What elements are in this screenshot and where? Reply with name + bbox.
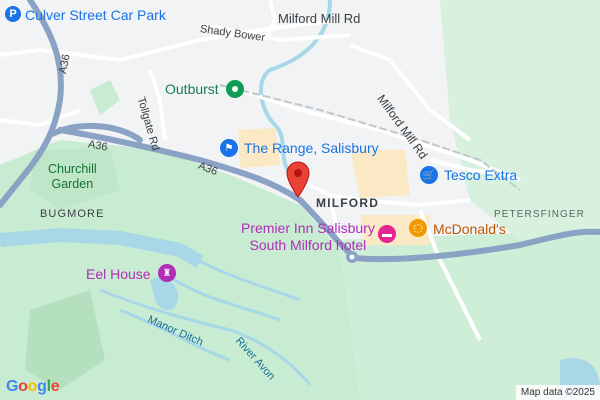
- hotel-bed-icon[interactable]: ▬: [378, 225, 396, 243]
- place-label-churchill-garden-line1: Churchill: [48, 162, 97, 176]
- restaurant-icon[interactable]: ҈: [409, 219, 427, 237]
- place-label-petersfinger: PETERSFINGER: [494, 209, 585, 220]
- poi-label-mcdonalds[interactable]: McDonald's: [433, 222, 506, 236]
- park-area-east: [440, 0, 600, 240]
- castle-icon[interactable]: ♜: [158, 264, 176, 282]
- google-logo-letter-4: g: [37, 378, 47, 395]
- poi-label-eel-house[interactable]: Eel House: [86, 266, 151, 283]
- poi-label-tesco[interactable]: Tesco Extra: [444, 168, 517, 182]
- shop-pin-icon[interactable]: [226, 80, 244, 98]
- google-logo-letter-2: o: [18, 378, 28, 395]
- road-label-milford-mill-rd-top: Milford Mill Rd: [278, 11, 361, 26]
- poi-label-premier-inn-line1: Premier Inn Salisbury: [241, 220, 375, 236]
- map-attribution[interactable]: Map data ©2025: [515, 385, 600, 400]
- park-area-small-north: [90, 80, 120, 115]
- poi-label-outburst[interactable]: Outburst: [165, 82, 219, 96]
- map-base-layer: [0, 0, 600, 400]
- google-logo-letter-6: e: [50, 378, 60, 395]
- commercial-area-tesco: [350, 150, 410, 198]
- red-map-pin-icon[interactable]: [285, 160, 311, 198]
- google-logo-letter-1: G: [6, 378, 19, 395]
- place-label-churchill-garden-line2: Garden: [51, 177, 94, 191]
- parking-icon[interactable]: P: [5, 6, 21, 22]
- shopping-cart-icon[interactable]: 🛒: [420, 166, 438, 184]
- map-view[interactable]: P Culver Street Car Park Milford Mill Rd…: [0, 0, 600, 400]
- car-park-label[interactable]: Culver Street Car Park: [25, 8, 166, 22]
- place-label-bugmore: BUGMORE: [40, 208, 105, 220]
- place-label-milford: MILFORD: [316, 196, 380, 210]
- shopping-bag-icon[interactable]: ⚑: [220, 139, 238, 157]
- poi-label-the-range[interactable]: The Range, Salisbury: [244, 141, 379, 155]
- google-logo-letter-3: o: [27, 378, 38, 395]
- poi-label-premier-inn[interactable]: Premier Inn Salisbury South Milford hote…: [241, 220, 375, 254]
- poi-label-premier-inn-line2: South Milford hotel: [249, 237, 367, 253]
- place-label-churchill-garden[interactable]: Churchill Garden: [48, 162, 97, 192]
- roundabout-inner: [349, 254, 355, 260]
- google-logo: Google: [6, 378, 60, 396]
